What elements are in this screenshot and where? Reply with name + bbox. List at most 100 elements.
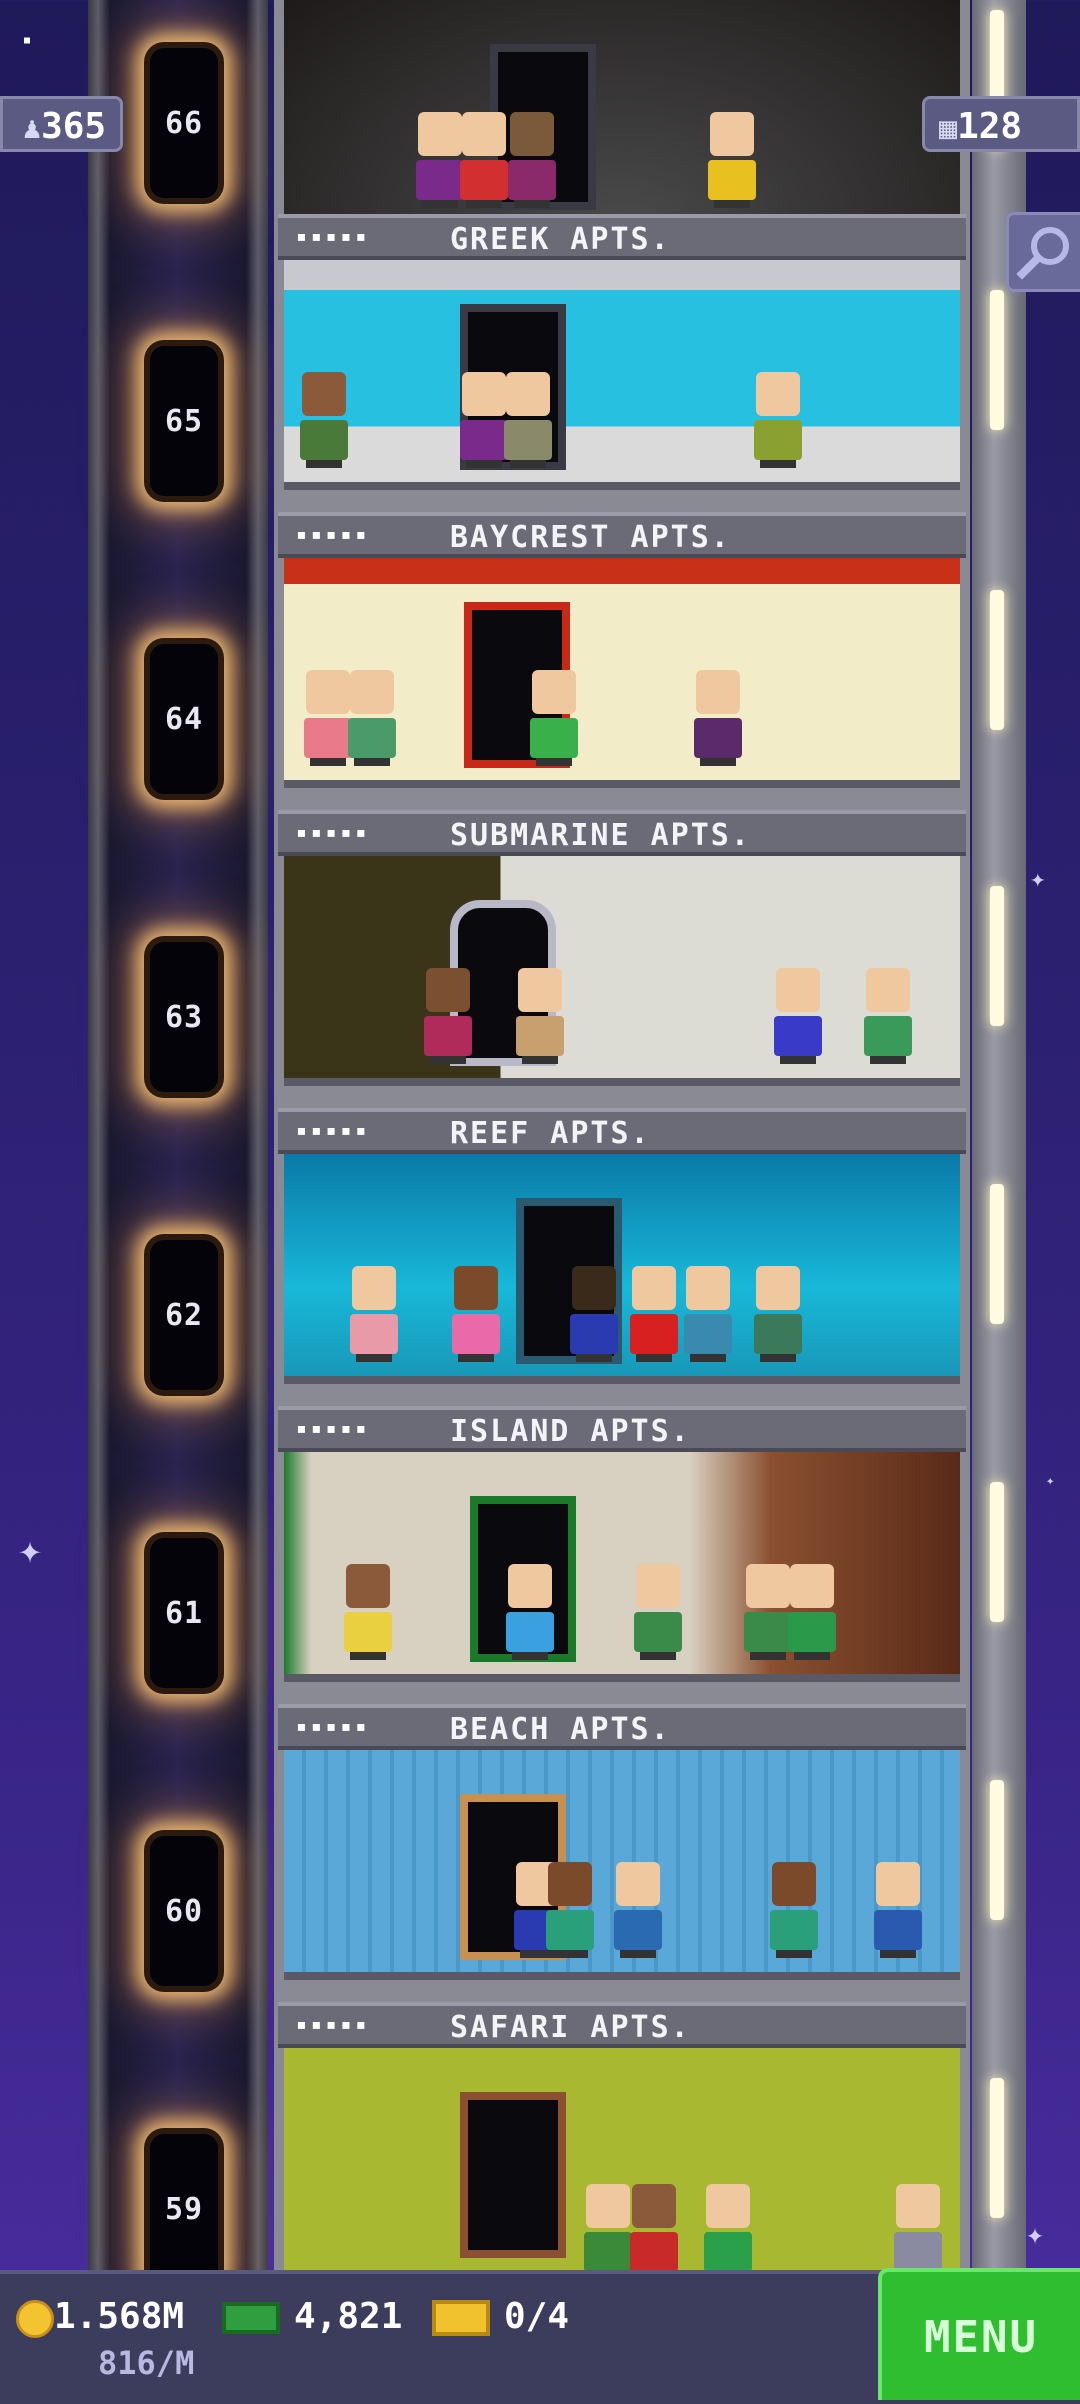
elevator-floor-61[interactable]: 61 — [150, 1538, 218, 1688]
bitizen[interactable] — [708, 112, 756, 208]
elevator-floor-59[interactable]: 59 — [150, 2134, 218, 2284]
elevator-floor-64[interactable]: 64 — [150, 644, 218, 794]
bitizen[interactable] — [304, 670, 352, 766]
bitizen[interactable] — [774, 968, 822, 1064]
elevator-floor-60[interactable]: 60 — [150, 1836, 218, 1986]
floor-room-65[interactable] — [284, 260, 960, 490]
menu-button[interactable]: MENU — [878, 2268, 1080, 2400]
bitizen[interactable] — [584, 2184, 632, 2270]
floor-number: 60 — [164, 1894, 204, 1929]
bitizen[interactable] — [460, 372, 508, 468]
floor-room-62[interactable] — [284, 1154, 960, 1384]
elevator-floor-63[interactable]: 63 — [150, 942, 218, 1092]
stars-rating: ▪▪▪▪▪ — [296, 2014, 371, 2035]
bitizen[interactable] — [744, 1564, 792, 1660]
floor-number: 63 — [164, 1000, 204, 1035]
bitizen[interactable] — [348, 670, 396, 766]
window-light — [990, 290, 1004, 430]
bitizen[interactable] — [300, 372, 348, 468]
bitizen[interactable] — [350, 1266, 398, 1362]
bitizen[interactable] — [630, 2184, 678, 2270]
floor-label[interactable]: ▪▪▪▪▪ GREEK APTS. — [278, 214, 966, 260]
floor-label[interactable]: ▪▪▪▪▪ ISLAND APTS. — [278, 1406, 966, 1452]
tower: ▪▪▪▪▪ GREEK APTS. ▪▪▪▪▪ BAYCREST APTS. ▪▪▪… — [274, 0, 970, 2270]
window-light — [990, 886, 1004, 1026]
floor-number: 66 — [164, 106, 204, 141]
ticket-icon — [432, 2300, 490, 2336]
population-badge[interactable]: ♟365 — [0, 96, 124, 152]
elevator-floor-65[interactable]: 65 — [150, 346, 218, 496]
floors-count: 128 — [957, 106, 1023, 147]
door — [460, 2092, 566, 2258]
income-rate: 816/M — [98, 2344, 195, 2382]
tower-right-rail — [972, 0, 1026, 2270]
bitizen[interactable] — [788, 1564, 836, 1660]
bux-icon — [222, 2302, 280, 2334]
bitizen[interactable] — [754, 372, 802, 468]
bitizen[interactable] — [506, 1564, 554, 1660]
bux-value: 4,821 — [294, 2296, 403, 2337]
bitizen[interactable] — [504, 372, 552, 468]
bitizen[interactable] — [530, 670, 578, 766]
window-light — [990, 590, 1004, 730]
floor-label[interactable]: ▪▪▪▪▪ REEF APTS. — [278, 1108, 966, 1154]
search-icon — [1016, 227, 1069, 280]
floor-label[interactable]: ▪▪▪▪▪ SAFARI APTS. — [278, 2002, 966, 2048]
bitizen[interactable] — [684, 1266, 732, 1362]
floor-room-60[interactable] — [284, 1750, 960, 1980]
bitizen[interactable] — [344, 1564, 392, 1660]
coins-value: 1.568M — [54, 2296, 185, 2337]
floor-number: 59 — [164, 2192, 204, 2227]
bitizen[interactable] — [460, 112, 508, 208]
elevator-floor-66[interactable]: 66 — [150, 48, 218, 198]
floor-name: REEF APTS. — [450, 1116, 651, 1151]
stars-rating: ▪▪▪▪▪ — [296, 822, 371, 843]
bitizen[interactable] — [570, 1266, 618, 1362]
coin-icon — [16, 2300, 54, 2338]
bitizen[interactable] — [614, 1862, 662, 1958]
building-icon: ▦ — [939, 111, 958, 146]
bitizen[interactable] — [704, 2184, 752, 2270]
stars-rating: ▪▪▪▪▪ — [296, 524, 371, 545]
floor-label[interactable]: ▪▪▪▪▪ BEACH APTS. — [278, 1704, 966, 1750]
bitizen[interactable] — [770, 1862, 818, 1958]
floor-name: ISLAND APTS. — [450, 1414, 691, 1449]
bitizen[interactable] — [694, 670, 742, 766]
floor-name: SUBMARINE APTS. — [450, 818, 751, 853]
floor-label[interactable]: ▪▪▪▪▪ BAYCREST APTS. — [278, 512, 966, 558]
floor-room-63[interactable] — [284, 856, 960, 1086]
bitizen[interactable] — [516, 968, 564, 1064]
floor-room-64[interactable] — [284, 558, 960, 788]
star-icon: ✦ — [1030, 864, 1046, 894]
bitizen[interactable] — [508, 112, 556, 208]
floor-room-59[interactable] — [284, 2048, 960, 2270]
window-light — [990, 1482, 1004, 1622]
star-icon: ■ — [24, 35, 31, 46]
floor-label[interactable]: ▪▪▪▪▪ SUBMARINE APTS. — [278, 810, 966, 856]
stars-rating: ▪▪▪▪▪ — [296, 1418, 371, 1439]
bitizen[interactable] — [452, 1266, 500, 1362]
bitizen[interactable] — [894, 2184, 942, 2270]
bitizen[interactable] — [754, 1266, 802, 1362]
stars-rating: ▪▪▪▪▪ — [296, 1716, 371, 1737]
bitizen[interactable] — [634, 1564, 682, 1660]
window-light — [990, 1184, 1004, 1324]
floor-room-61[interactable] — [284, 1452, 960, 1682]
bitizen[interactable] — [874, 1862, 922, 1958]
bitizen[interactable] — [546, 1862, 594, 1958]
stars-rating: ▪▪▪▪▪ — [296, 1120, 371, 1141]
window-light — [990, 1780, 1004, 1920]
bitizen[interactable] — [630, 1266, 678, 1362]
elevator-floor-62[interactable]: 62 — [150, 1240, 218, 1390]
person-icon: ♟ — [23, 111, 42, 146]
floors-badge[interactable]: ▦128 — [922, 96, 1080, 152]
bitizen[interactable] — [416, 112, 464, 208]
bitizen[interactable] — [424, 968, 472, 1064]
tickets-value: 0/4 — [504, 2296, 570, 2337]
bitizen[interactable] — [864, 968, 912, 1064]
star-icon: ✦ — [1026, 2217, 1045, 2252]
floor-room-66[interactable] — [284, 0, 960, 230]
floor-number: 65 — [164, 404, 204, 439]
elevator-shaft[interactable]: 66 65 64 63 62 61 60 59 — [88, 0, 268, 2284]
search-button[interactable] — [1006, 212, 1080, 292]
